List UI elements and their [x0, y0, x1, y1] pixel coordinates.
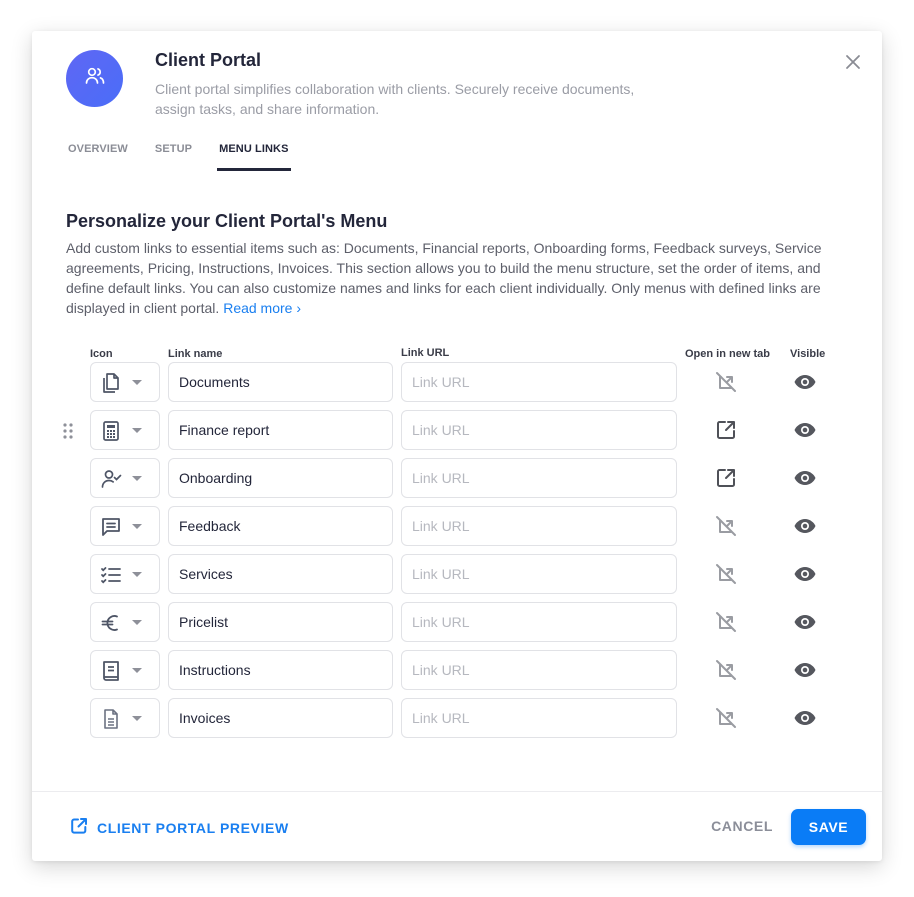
- link-url-input[interactable]: [401, 650, 677, 690]
- link-url-input[interactable]: [401, 602, 677, 642]
- column-header-icon: Icon: [90, 348, 113, 360]
- caret-down-icon: [132, 428, 142, 433]
- menu-link-row: [32, 362, 882, 402]
- user-check-icon: [99, 467, 123, 491]
- icon-select[interactable]: [90, 362, 160, 402]
- link-name-input[interactable]: [168, 362, 393, 402]
- menu-link-row: [32, 602, 882, 642]
- checklist-icon: [99, 563, 123, 587]
- documents-icon: [99, 371, 123, 395]
- link-url-input[interactable]: [401, 698, 677, 738]
- column-header-open-new-tab: Open in new tab: [685, 348, 770, 360]
- icon-select[interactable]: [90, 554, 160, 594]
- visible-eye-icon[interactable]: [793, 610, 817, 634]
- caret-down-icon: [132, 716, 142, 721]
- open-in-new-tab-off-icon[interactable]: [714, 706, 738, 730]
- open-in-new-tab-icon[interactable]: [714, 466, 738, 490]
- euro-icon: [99, 611, 123, 635]
- icon-select[interactable]: [90, 410, 160, 450]
- caret-down-icon: [132, 572, 142, 577]
- link-name-input[interactable]: [168, 650, 393, 690]
- icon-select[interactable]: [90, 698, 160, 738]
- link-name-input[interactable]: [168, 602, 393, 642]
- client-portal-modal: Client Portal Client portal simplifies c…: [32, 31, 882, 861]
- caret-down-icon: [132, 380, 142, 385]
- link-url-input[interactable]: [401, 506, 677, 546]
- link-url-input[interactable]: [401, 554, 677, 594]
- calculator-icon: [99, 419, 123, 443]
- link-name-input[interactable]: [168, 506, 393, 546]
- link-name-input[interactable]: [168, 410, 393, 450]
- menu-link-row: [32, 650, 882, 690]
- modal-title: Client Portal: [155, 50, 262, 70]
- read-more-link[interactable]: Read more ›: [223, 300, 301, 316]
- open-in-new-tab-off-icon[interactable]: [714, 610, 738, 634]
- menu-link-row: [32, 410, 882, 450]
- menu-link-row: [32, 698, 882, 738]
- link-name-input[interactable]: [168, 698, 393, 738]
- column-header-link-name: Link name: [168, 348, 223, 360]
- open-in-new-tab-off-icon[interactable]: [714, 562, 738, 586]
- modal-footer: CLIENT PORTAL PREVIEW CANCEL SAVE: [32, 791, 882, 861]
- preview-label: CLIENT PORTAL PREVIEW: [97, 819, 289, 836]
- menu-link-row: [32, 554, 882, 594]
- visible-eye-icon[interactable]: [793, 562, 817, 586]
- cancel-button[interactable]: CANCEL: [711, 818, 773, 834]
- open-in-new-tab-off-icon[interactable]: [714, 514, 738, 538]
- visible-eye-icon[interactable]: [793, 514, 817, 538]
- visible-eye-icon[interactable]: [793, 706, 817, 730]
- section-title: Personalize your Client Portal's Menu: [66, 211, 388, 231]
- file-text-icon: [99, 707, 123, 731]
- open-in-new-tab-off-icon[interactable]: [714, 658, 738, 682]
- external-link-icon: [69, 816, 89, 839]
- menu-link-row: [32, 458, 882, 498]
- link-name-input[interactable]: [168, 458, 393, 498]
- link-url-input[interactable]: [401, 458, 677, 498]
- visible-eye-icon[interactable]: [793, 658, 817, 682]
- section-description: Add custom links to essential items such…: [66, 238, 846, 318]
- tab-setup[interactable]: SETUP: [155, 139, 192, 171]
- book-icon: [99, 659, 123, 683]
- portal-avatar: [66, 50, 123, 107]
- link-url-input[interactable]: [401, 410, 677, 450]
- link-url-input[interactable]: [401, 362, 677, 402]
- visible-eye-icon[interactable]: [793, 466, 817, 490]
- visible-eye-icon[interactable]: [793, 370, 817, 394]
- link-name-input[interactable]: [168, 554, 393, 594]
- close-button[interactable]: [842, 53, 864, 75]
- section-description-text: Add custom links to essential items such…: [66, 240, 822, 316]
- menu-link-row: [32, 506, 882, 546]
- client-portal-preview-link[interactable]: CLIENT PORTAL PREVIEW: [69, 816, 289, 839]
- tab-overview[interactable]: OVERVIEW: [68, 139, 128, 171]
- users-icon: [83, 64, 107, 93]
- caret-down-icon: [132, 668, 142, 673]
- column-header-link-url: Link URL: [401, 347, 450, 359]
- caret-down-icon: [132, 620, 142, 625]
- close-icon: [845, 54, 861, 75]
- tab-menu-links[interactable]: MENU LINKS: [217, 139, 292, 171]
- save-button[interactable]: SAVE: [791, 809, 866, 845]
- open-in-new-tab-off-icon[interactable]: [714, 370, 738, 394]
- caret-down-icon: [132, 476, 142, 481]
- icon-select[interactable]: [90, 602, 160, 642]
- modal-description: Client portal simplifies collaboration w…: [155, 81, 635, 117]
- message-icon: [99, 515, 123, 539]
- caret-down-icon: [132, 524, 142, 529]
- icon-select[interactable]: [90, 650, 160, 690]
- icon-select[interactable]: [90, 506, 160, 546]
- drag-handle-icon[interactable]: [63, 423, 73, 439]
- open-in-new-tab-icon[interactable]: [714, 418, 738, 442]
- visible-eye-icon[interactable]: [793, 418, 817, 442]
- icon-select[interactable]: [90, 458, 160, 498]
- column-header-visible: Visible: [790, 348, 826, 360]
- tab-bar: OVERVIEW SETUP MENU LINKS: [68, 139, 316, 171]
